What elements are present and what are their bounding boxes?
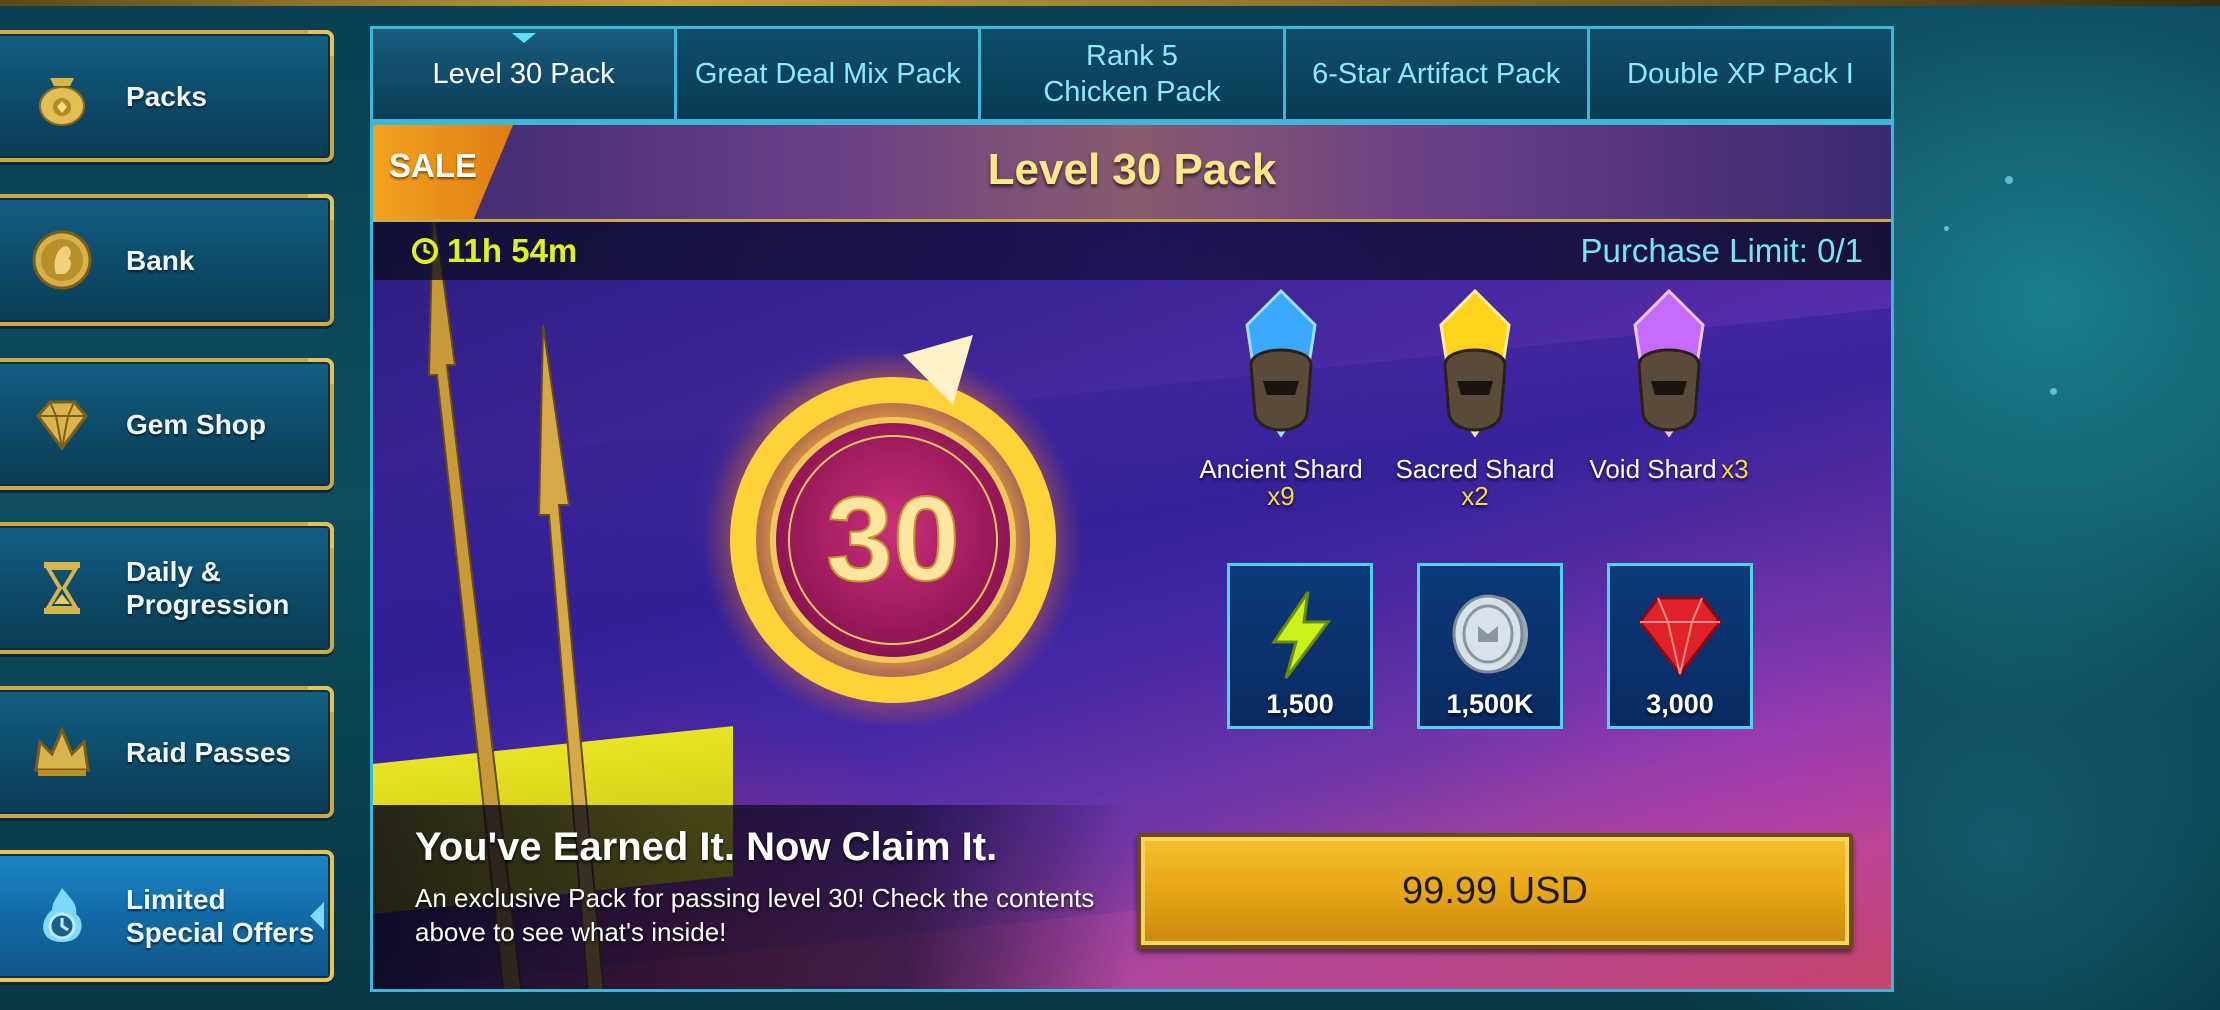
tab-rank-5-chicken-pack[interactable]: Rank 5 Chicken Pack xyxy=(981,29,1286,119)
ancient-shard-item: Ancient Shard x9 xyxy=(1191,285,1371,509)
tab-label: 6-Star Artifact Pack xyxy=(1312,58,1561,90)
frame-corner xyxy=(308,358,334,384)
pack-bag-icon xyxy=(39,78,85,126)
tab-label: Level 30 Pack xyxy=(432,58,615,90)
active-indicator-arrow xyxy=(310,902,324,930)
sidebar-item-label: Bank xyxy=(126,244,195,276)
sidebar-item-packs[interactable]: Packs xyxy=(0,30,334,162)
offer-description: An exclusive Pack for passing level 30! … xyxy=(415,883,1095,947)
reward-amount: 1,500K xyxy=(1446,689,1534,719)
emblem-number: 30 xyxy=(826,472,959,606)
sparkle xyxy=(1944,226,1949,231)
sidebar-item-label: Limited Special Offers xyxy=(126,884,315,948)
sidebar-item-label: Raid Passes xyxy=(126,736,291,768)
ancient-shard-icon xyxy=(1245,288,1317,438)
reward-amount: 3,000 xyxy=(1646,689,1714,719)
shard-qty: x3 xyxy=(1721,454,1749,484)
sparkle xyxy=(2050,388,2057,395)
tab-label: Double XP Pack I xyxy=(1627,58,1854,90)
offer-timer: 11h 54m xyxy=(411,232,577,270)
sidebar-item-label: Gem Shop xyxy=(126,408,267,440)
frame-corner xyxy=(308,850,334,876)
shard-label-row: Void Shard x3 xyxy=(1579,455,1759,483)
price-label: 99.99 USD xyxy=(1402,869,1588,912)
buy-button[interactable]: 99.99 USD xyxy=(1137,833,1853,949)
frame-corner xyxy=(308,686,334,712)
offer-panel: 30 SALE Level 30 Pack 11h 54m Purchase L… xyxy=(370,122,1894,992)
offer-tagline: You've Earned It. Now Claim It. xyxy=(415,825,998,869)
active-tab-caret-icon xyxy=(511,33,536,43)
ruby-gem-icon xyxy=(1638,596,1722,677)
sacred-shard-item: Sacred Shard x2 xyxy=(1385,285,1565,509)
sidebar-item-gem-shop[interactable]: Gem Shop xyxy=(0,358,334,490)
level-30-emblem: 30 xyxy=(703,335,1083,725)
sparkle xyxy=(2005,176,2013,184)
shard-qty: x9 xyxy=(1267,481,1295,511)
sidebar-item-label: Packs xyxy=(126,80,207,112)
tab-great-deal-mix-pack[interactable]: Great Deal Mix Pack xyxy=(677,29,982,119)
timer-text: 11h 54m xyxy=(447,232,578,269)
gem-reward: 3,000 xyxy=(1607,563,1753,729)
offer-header: SALE Level 30 Pack xyxy=(373,125,1891,222)
shard-name: Void Shard xyxy=(1589,454,1717,484)
crown-icon xyxy=(34,726,90,776)
bank-coin-icon xyxy=(32,230,92,290)
energy-bolt-icon xyxy=(1271,591,1331,679)
frame-corner xyxy=(308,30,334,56)
timer-clock-icon xyxy=(412,238,438,264)
tab-level-30-pack[interactable]: Level 30 Pack xyxy=(373,29,678,119)
top-border xyxy=(0,0,2220,6)
reward-amount: 1,500 xyxy=(1266,689,1334,719)
shard-name: Sacred Shard xyxy=(1395,454,1555,484)
sidebar-item-limited-special-offers[interactable]: Limited Special Offers xyxy=(0,850,334,982)
gem-icon xyxy=(36,400,88,451)
sidebar-item-raid-passes[interactable]: Raid Passes xyxy=(0,686,334,818)
hourglass-icon xyxy=(44,562,80,614)
frame-corner xyxy=(308,194,334,220)
sidebar-item-daily-progression[interactable]: Daily & Progression xyxy=(0,522,334,654)
tab-label: Rank 5 Chicken Pack xyxy=(1043,40,1221,108)
void-shard-icon xyxy=(1633,288,1705,438)
sacred-shard-icon xyxy=(1439,288,1511,438)
shard-qty: x2 xyxy=(1461,481,1489,511)
energy-reward: 1,500 xyxy=(1227,563,1373,729)
tab-6-star-artifact-pack[interactable]: 6-Star Artifact Pack xyxy=(1285,29,1590,119)
silver-reward: 1,500K xyxy=(1417,563,1563,729)
frame-corner xyxy=(308,522,334,548)
clock-flame-icon xyxy=(43,888,82,942)
sidebar-item-label: Daily & Progression xyxy=(126,556,290,620)
shard-name: Ancient Shard xyxy=(1199,454,1363,484)
sidebar-item-bank[interactable]: Bank xyxy=(0,194,334,326)
void-shard-item: Void Shard x3 xyxy=(1579,285,1759,483)
offer-title: Level 30 Pack xyxy=(987,145,1277,194)
offer-tabs: Level 30 Pack Great Deal Mix Pack Rank 5… xyxy=(370,26,1894,122)
tab-label: Great Deal Mix Pack xyxy=(694,58,961,90)
purchase-limit: Purchase Limit: 0/1 xyxy=(1580,232,1863,269)
silver-coin-icon xyxy=(1452,594,1528,674)
tab-double-xp-pack[interactable]: Double XP Pack I xyxy=(1589,29,1892,119)
offer-info-bar: 11h 54m Purchase Limit: 0/1 xyxy=(373,222,1891,280)
